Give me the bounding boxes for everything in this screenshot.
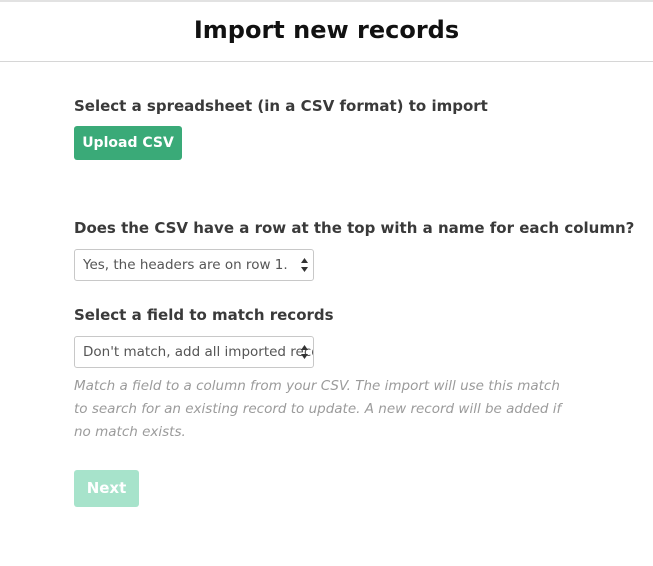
upload-csv-button[interactable]: Upload CSV bbox=[74, 126, 182, 160]
page-title: Import new records bbox=[193, 16, 460, 44]
match-field-help-text: Match a field to a column from your CSV.… bbox=[74, 378, 562, 440]
headers-question-label: Does the CSV have a row at the top with … bbox=[74, 219, 635, 237]
headers-select[interactable]: Yes, the headers are on row 1. bbox=[74, 249, 314, 281]
up-down-arrows-icon bbox=[301, 345, 308, 359]
match-field-select[interactable]: Don't match, add all imported records bbox=[74, 336, 314, 368]
match-field-select-value: Don't match, add all imported records bbox=[83, 344, 313, 360]
page-header: Import new records bbox=[0, 2, 653, 62]
up-down-arrows-icon bbox=[301, 258, 308, 272]
match-field-label: Select a field to match records bbox=[74, 306, 334, 324]
next-button[interactable]: Next bbox=[74, 470, 139, 507]
headers-select-value: Yes, the headers are on row 1. bbox=[83, 257, 288, 273]
upload-label: Select a spreadsheet (in a CSV format) t… bbox=[74, 97, 488, 115]
